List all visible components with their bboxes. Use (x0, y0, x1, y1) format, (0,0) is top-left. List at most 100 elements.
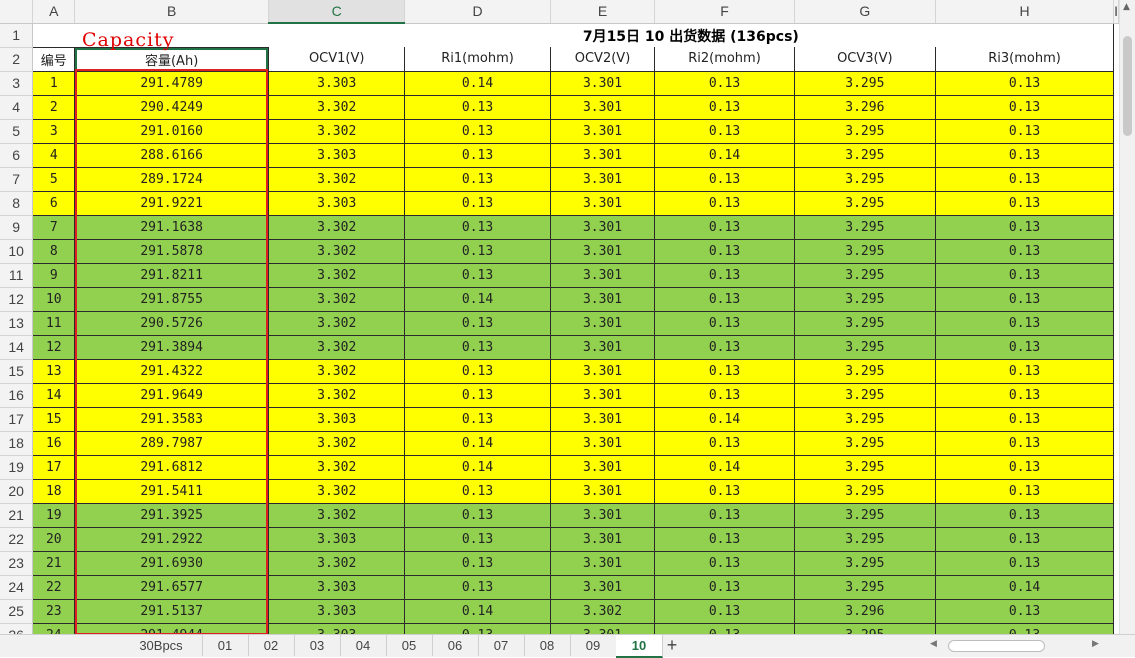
cell[interactable]: 3.301 (550, 119, 656, 144)
cell[interactable]: 0.13 (654, 191, 795, 216)
cell[interactable]: 3.295 (794, 191, 936, 216)
cell[interactable]: 0.13 (935, 71, 1115, 96)
cell[interactable]: 0.13 (935, 167, 1115, 192)
cell[interactable]: 0.13 (654, 359, 795, 384)
cell[interactable]: 0.13 (935, 623, 1115, 634)
cell[interactable]: 0.13 (935, 239, 1115, 264)
cell[interactable]: 24 (32, 623, 76, 634)
scroll-right-icon[interactable]: ▶ (1092, 639, 1099, 649)
cell[interactable]: 3.295 (794, 575, 936, 600)
cell[interactable]: 0.14 (404, 455, 551, 480)
cell[interactable]: 3.301 (550, 431, 656, 456)
cell[interactable]: 9 (32, 263, 76, 288)
cell[interactable]: 3.302 (550, 599, 656, 624)
sheet-tab-30bpcs[interactable]: 30Bpcs (120, 635, 203, 656)
cell[interactable]: 0.13 (935, 383, 1115, 408)
cell[interactable]: 3.301 (550, 95, 656, 120)
cell[interactable]: 291.9649 (74, 383, 270, 408)
row-number[interactable]: 7 (0, 167, 34, 192)
cell[interactable]: 3.301 (550, 503, 656, 528)
cell[interactable]: 3.302 (268, 551, 406, 576)
cell[interactable]: 3.295 (794, 479, 936, 504)
cell[interactable]: 0.13 (654, 71, 795, 96)
cell[interactable]: 18 (32, 479, 76, 504)
header-cell[interactable]: OCV1(V) (268, 47, 406, 72)
cell[interactable]: 3.302 (268, 311, 406, 336)
column-header-a[interactable]: A (32, 0, 76, 24)
cell[interactable]: 3.303 (268, 143, 406, 168)
cell[interactable]: 0.13 (404, 575, 551, 600)
cell[interactable]: 16 (32, 431, 76, 456)
cell[interactable]: 0.13 (654, 623, 795, 634)
row-number[interactable]: 5 (0, 119, 34, 144)
cell[interactable]: 0.13 (654, 431, 795, 456)
cell[interactable]: 5 (32, 167, 76, 192)
cell[interactable]: 3.301 (550, 143, 656, 168)
cell[interactable]: 15 (32, 407, 76, 432)
header-cell[interactable]: OCV3(V) (794, 47, 936, 72)
cell[interactable]: 0.13 (654, 215, 795, 240)
row-number[interactable]: 14 (0, 335, 34, 360)
column-header-h[interactable]: H (935, 0, 1115, 24)
cell[interactable]: 291.2922 (74, 527, 270, 552)
cell[interactable]: 3.296 (794, 599, 936, 624)
cell[interactable]: 3.301 (550, 479, 656, 504)
vertical-scrollbar[interactable]: ▲ (1119, 0, 1135, 634)
cell[interactable]: 0.13 (404, 623, 551, 634)
cell[interactable]: 0.13 (935, 479, 1115, 504)
cell[interactable]: 0.13 (654, 527, 795, 552)
column-header-d[interactable]: D (404, 0, 551, 24)
cell[interactable]: 0.13 (404, 263, 551, 288)
cell[interactable]: 0.13 (654, 167, 795, 192)
cell[interactable]: 0.14 (654, 407, 795, 432)
cell[interactable]: 3.295 (794, 359, 936, 384)
cell[interactable]: 3.303 (268, 71, 406, 96)
cell[interactable]: 3.301 (550, 407, 656, 432)
cell[interactable]: 0.13 (654, 503, 795, 528)
cell[interactable]: 3.295 (794, 215, 936, 240)
cell[interactable]: 0.13 (404, 239, 551, 264)
cell[interactable]: 3.301 (550, 359, 656, 384)
row-number[interactable]: 11 (0, 263, 34, 288)
row-number[interactable]: 2 (0, 47, 34, 72)
sheet-tab-02[interactable]: 02 (248, 635, 295, 656)
cell[interactable]: 0.13 (404, 191, 551, 216)
cell[interactable]: 3.301 (550, 71, 656, 96)
cell[interactable]: 0.13 (654, 479, 795, 504)
cell[interactable]: 3.295 (794, 167, 936, 192)
cell[interactable]: 3.295 (794, 119, 936, 144)
row-number[interactable]: 15 (0, 359, 34, 384)
cell[interactable]: 3.301 (550, 455, 656, 480)
row-number[interactable]: 26 (0, 623, 34, 634)
cell[interactable]: 3.302 (268, 479, 406, 504)
row-number[interactable]: 9 (0, 215, 34, 240)
cell[interactable]: 291.6577 (74, 575, 270, 600)
cell[interactable]: 0.13 (404, 383, 551, 408)
row-number[interactable]: 6 (0, 143, 34, 168)
cell[interactable]: 3.301 (550, 335, 656, 360)
cell[interactable]: 3.295 (794, 239, 936, 264)
cell[interactable]: 3.301 (550, 383, 656, 408)
cell[interactable]: 3.295 (794, 287, 936, 312)
cell[interactable]: 0.13 (404, 119, 551, 144)
select-all-corner[interactable] (0, 0, 34, 24)
cell[interactable]: 0.13 (404, 215, 551, 240)
cell[interactable]: 0.13 (654, 239, 795, 264)
cell[interactable]: 0.13 (654, 287, 795, 312)
cell[interactable]: 3.295 (794, 503, 936, 528)
cell[interactable]: 3.302 (268, 167, 406, 192)
cell[interactable]: 0.13 (935, 455, 1115, 480)
cell[interactable]: 0.13 (654, 575, 795, 600)
cell[interactable]: 3.295 (794, 311, 936, 336)
cell[interactable]: 3.302 (268, 215, 406, 240)
cell[interactable]: 0.13 (935, 335, 1115, 360)
cell[interactable]: 0.13 (935, 95, 1115, 120)
sheet-tab-03[interactable]: 03 (294, 635, 341, 656)
cell[interactable]: 0.13 (935, 599, 1115, 624)
column-header-f[interactable]: F (654, 0, 795, 24)
cell[interactable]: 0.13 (935, 143, 1115, 168)
cell[interactable]: 2 (32, 95, 76, 120)
cell[interactable]: 10 (32, 287, 76, 312)
cell[interactable]: 3.302 (268, 287, 406, 312)
row-number[interactable]: 12 (0, 287, 34, 312)
